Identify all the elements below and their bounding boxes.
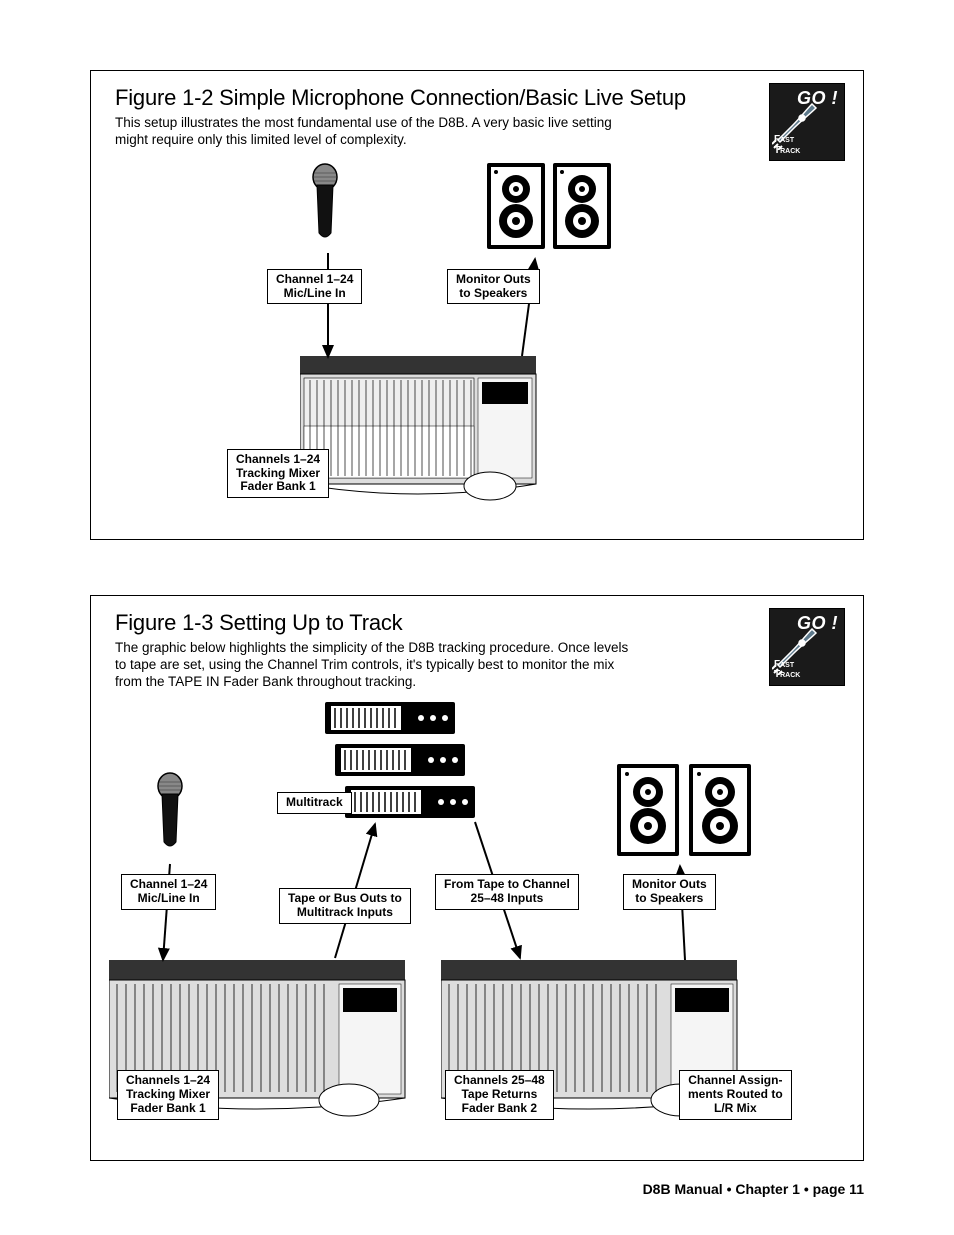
figure-title: Figure 1-3 Setting Up to Track xyxy=(115,610,839,636)
label-fader-bank-1: Channels 1–24Tracking MixerFader Bank 1 xyxy=(227,449,329,498)
go-fast-track-badge: GO ! FastTrack xyxy=(769,83,845,161)
figure-1-3: GO ! FastTrack Figure 1-3 Setting Up to … xyxy=(90,595,864,1162)
fast-track-text: FastTrack xyxy=(774,135,800,156)
label-fader-bank-1: Channels 1–24Tracking MixerFader Bank 1 xyxy=(117,1070,219,1119)
label-monitor-outs: Monitor Outsto Speakers xyxy=(623,874,716,910)
figure-description: The graphic below highlights the simplic… xyxy=(115,640,635,691)
diagram-1-2: Channel 1–24Mic/Line In Monitor Outsto S… xyxy=(115,161,839,521)
connection-arrows xyxy=(115,161,835,521)
label-monitor-outs: Monitor Outsto Speakers xyxy=(447,269,540,305)
fast-track-text: FastTrack xyxy=(774,660,800,681)
figure-description: This setup illustrates the most fundamen… xyxy=(115,115,635,149)
label-mic-in: Channel 1–24Mic/Line In xyxy=(121,874,216,910)
label-lr-mix: Channel Assign-ments Routed toL/R Mix xyxy=(679,1070,792,1119)
label-mic-in: Channel 1–24Mic/Line In xyxy=(267,269,362,305)
figure-title: Figure 1-2 Simple Microphone Connection/… xyxy=(115,85,839,111)
go-fast-track-badge: GO ! FastTrack xyxy=(769,608,845,686)
label-from-tape: From Tape to Channel25–48 Inputs xyxy=(435,874,579,910)
diagram-1-3: Multitrack Channel 1–24Mic/Line In Tape … xyxy=(115,702,839,1142)
label-multitrack: Multitrack xyxy=(277,792,352,814)
page-footer: D8B Manual • Chapter 1 • page 11 xyxy=(643,1181,864,1197)
label-tape-outs: Tape or Bus Outs toMultitrack Inputs xyxy=(279,888,411,924)
figure-1-2: GO ! FastTrack Figure 1-2 Simple Microph… xyxy=(90,70,864,540)
label-fader-bank-2: Channels 25–48Tape ReturnsFader Bank 2 xyxy=(445,1070,554,1119)
